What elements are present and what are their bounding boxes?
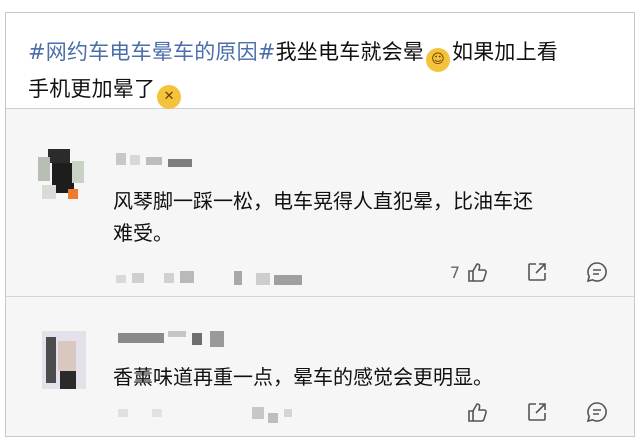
share-icon [528, 403, 546, 421]
dizzy-face-emoji-icon: ✕ [157, 85, 182, 109]
comment-actions [428, 401, 608, 423]
like-icon [468, 403, 487, 422]
comment-icon [586, 402, 607, 423]
avatar[interactable] [38, 149, 84, 205]
comment-meta-blurred [116, 271, 316, 285]
post-header: #网约车电车晕车的原因#我坐电车就会晕 ☺ 如果加上看 手机更加晕了 ✕ [6, 13, 634, 109]
comment-item: 风琴脚一踩一松，电车晃得人直犯晕，比油车还 难受。 7 [6, 109, 634, 297]
comment-actions: 7 [428, 261, 608, 283]
username-blurred[interactable] [116, 153, 194, 167]
post-text-line1b: 如果加上看 [452, 40, 558, 64]
weibo-post-card: #网约车电车晕车的原因#我坐电车就会晕 ☺ 如果加上看 手机更加晕了 ✕ 风琴脚一踩一… [5, 12, 635, 437]
avatar[interactable] [42, 331, 86, 389]
share-button[interactable] [488, 401, 548, 423]
like-count: 7 [449, 262, 460, 282]
hashtag-link[interactable]: #网约车电车晕车的原因# [28, 40, 276, 64]
post-text-line2: 手机更加晕了 [28, 77, 156, 101]
username-blurred[interactable] [118, 331, 228, 349]
reply-button[interactable] [548, 261, 608, 283]
comment-meta-blurred [118, 407, 318, 423]
comment-text-line: 难受。 [113, 221, 173, 245]
comment-text: 香薰味道再重一点，晕车的感觉会更明显。 [113, 361, 493, 393]
comment-text-line: 香薰味道再重一点，晕车的感觉会更明显。 [113, 365, 493, 389]
comment-list: 风琴脚一踩一松，电车晃得人直犯晕，比油车还 难受。 7 香薰味道再重一点，晕车的… [6, 109, 634, 436]
comment-text: 风琴脚一踩一松，电车晃得人直犯晕，比油车还 难受。 [113, 185, 533, 249]
like-icon [468, 263, 487, 282]
hand-over-mouth-emoji-icon: ☺ [426, 48, 450, 72]
like-button[interactable] [428, 401, 488, 423]
comment-icon [586, 262, 607, 283]
reply-button[interactable] [548, 401, 608, 423]
post-text: #网约车电车晕车的原因#我坐电车就会晕 ☺ 如果加上看 手机更加晕了 ✕ [28, 35, 618, 109]
share-button[interactable] [488, 261, 548, 283]
comment-text-line: 风琴脚一踩一松，电车晃得人直犯晕，比油车还 [113, 189, 533, 213]
like-button[interactable]: 7 [428, 261, 488, 283]
post-text-line1: 我坐电车就会晕 [275, 40, 424, 64]
share-icon [528, 263, 546, 281]
comment-item: 香薰味道再重一点，晕车的感觉会更明显。 [6, 297, 634, 436]
